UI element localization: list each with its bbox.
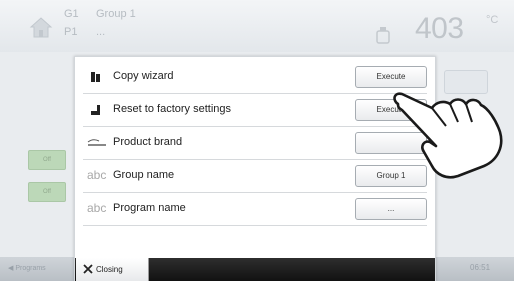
group-name: Group 1 [96, 8, 136, 20]
temperature-value: 403 [415, 12, 464, 45]
list-item-factory-reset: Reset to factory settings Execute [83, 94, 427, 127]
abc-text-icon: abc [87, 201, 107, 215]
list-item-group-name: abc Group name Group 1 [83, 160, 427, 193]
program-code: P1 [64, 26, 78, 38]
close-icon [83, 264, 93, 274]
screen: G1 Group 1 P1 ... 403 °C Off Off ◀ Progr… [0, 0, 514, 281]
row-label: Product brand [113, 136, 183, 148]
row-label: Program name [113, 202, 186, 214]
program-name: ... [96, 26, 106, 38]
list-item-program-name: abc Program name ... [83, 193, 427, 226]
pointing-hand-icon [393, 92, 503, 179]
row-label: Copy wizard [113, 70, 174, 82]
clock: 06:51 [470, 263, 491, 272]
side-toggle-1[interactable]: Off [28, 150, 66, 170]
row-label: Reset to factory settings [113, 103, 231, 115]
home-icon[interactable] [28, 14, 54, 40]
vacuum-icon [376, 27, 390, 44]
program-name-button[interactable]: ... [355, 198, 427, 220]
copy-wizard-icon [91, 72, 100, 82]
close-label: Closing [96, 265, 123, 274]
temperature-unit: °C [486, 14, 499, 26]
header-bar: G1 Group 1 P1 ... 403 °C [0, 0, 514, 52]
settings-dialog: Copy wizard Execute Reset to factory set… [74, 56, 436, 281]
close-button[interactable]: Closing [76, 258, 149, 281]
brand-logo-icon [87, 139, 106, 146]
abc-text-icon: abc [87, 168, 107, 182]
dialog-bottom-bar: Closing [75, 258, 435, 281]
list-item-copy-wizard: Copy wizard Execute [83, 61, 427, 94]
list-item-product-brand: Product brand [83, 127, 427, 160]
programs-nav-button[interactable]: ◀ Programs [8, 264, 46, 272]
group-code: G1 [64, 8, 79, 20]
row-label: Group name [113, 169, 175, 181]
factory-reset-icon [91, 105, 100, 115]
side-toggle-2[interactable]: Off [28, 182, 66, 202]
